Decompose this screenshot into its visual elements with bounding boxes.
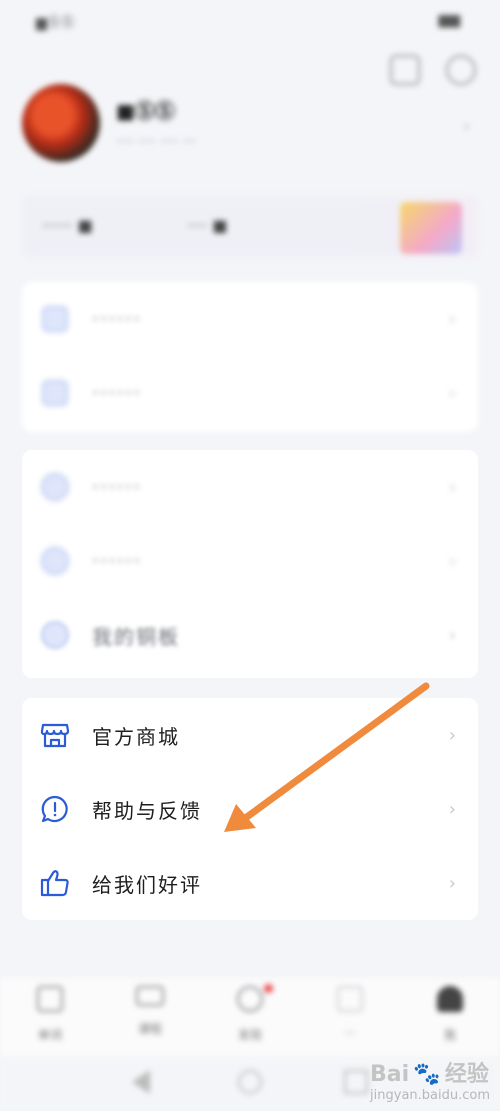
- watermark-url: jingyan.baidu.com: [370, 1088, 490, 1103]
- nav-label: 我: [443, 1028, 456, 1042]
- nav-tab-words[interactable]: 单词: [10, 986, 90, 1043]
- nav-label: 课程: [137, 1022, 162, 1036]
- home-icon[interactable]: [238, 1070, 262, 1094]
- bottom-nav: 单词 课程 发现 ··· 我: [0, 978, 500, 1058]
- nav-tab-discover[interactable]: 发现: [210, 984, 290, 1043]
- nav-label: ···: [344, 1026, 356, 1040]
- nav-tab-books[interactable]: ···: [310, 986, 390, 1040]
- watermark-suffix: 经验: [444, 1062, 489, 1087]
- word-icon: [37, 986, 63, 1012]
- nav-tab-me[interactable]: 我: [410, 986, 490, 1043]
- nav-label: 单词: [37, 1028, 62, 1042]
- nav-tab-courses[interactable]: 课程: [110, 986, 190, 1037]
- video-icon: [136, 986, 164, 1006]
- watermark-brand: Bai: [370, 1062, 410, 1087]
- notification-badge: [264, 984, 273, 993]
- compass-icon: [237, 986, 263, 1012]
- nav-label: 发现: [237, 1028, 262, 1042]
- paw-icon: 🐾: [413, 1062, 441, 1087]
- back-icon[interactable]: [132, 1070, 150, 1094]
- book-icon: [337, 986, 363, 1012]
- watermark: Bai 🐾 经验 jingyan.baidu.com: [370, 1056, 490, 1103]
- recents-icon[interactable]: [344, 1070, 368, 1094]
- person-icon: [437, 986, 463, 1012]
- annotation-arrow: [224, 682, 430, 832]
